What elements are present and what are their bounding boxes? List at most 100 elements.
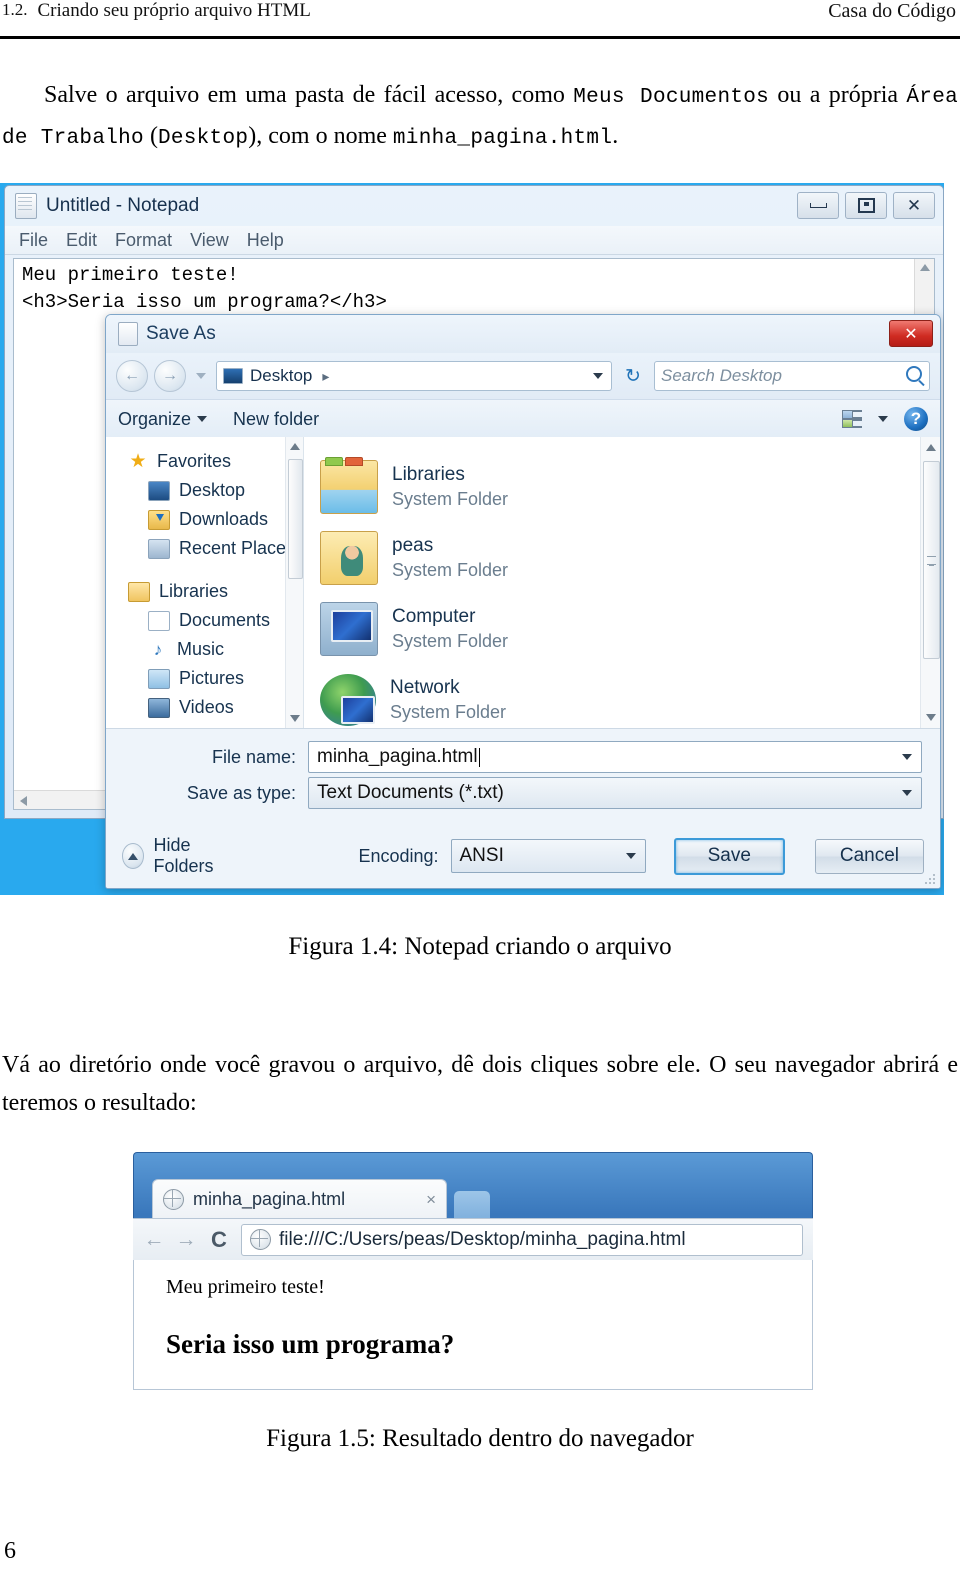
section-title: Criando seu próprio arquivo HTML: [37, 0, 311, 21]
file-type: System Folder: [392, 559, 509, 580]
close-icon[interactable]: ✕: [893, 192, 935, 219]
forward-icon[interactable]: →: [175, 1228, 197, 1252]
browser-paragraph-text: Vá ao diretório onde você gravou o arqui…: [2, 1052, 958, 1116]
download-icon: [148, 509, 170, 530]
globe-icon: [250, 1229, 271, 1250]
chevron-down-icon[interactable]: [593, 373, 603, 379]
help-icon[interactable]: ?: [904, 407, 928, 431]
browser-paragraph: Vá ao diretório onde você gravou o arqui…: [2, 1046, 958, 1122]
scroll-down-icon[interactable]: [926, 714, 936, 721]
reload-icon[interactable]: C: [207, 1227, 231, 1253]
menu-item-view[interactable]: View: [190, 230, 229, 251]
menu-item-help[interactable]: Help: [247, 230, 284, 251]
save-as-type-label: Save as type:: [186, 782, 296, 803]
refresh-icon[interactable]: ↻: [618, 362, 648, 390]
libraries-icon: [128, 581, 150, 602]
list-item[interactable]: peas System Folder: [320, 522, 940, 593]
file-type: System Folder: [390, 701, 507, 722]
close-icon[interactable]: ×: [426, 1190, 436, 1210]
sidebar-item-recent-places[interactable]: Recent Places: [106, 534, 303, 563]
scroll-up-icon[interactable]: [926, 444, 936, 451]
save-as-type-select[interactable]: Text Documents (*.txt): [308, 777, 922, 809]
cancel-button[interactable]: Cancel: [814, 838, 925, 874]
menu-item-file[interactable]: File: [19, 230, 48, 251]
navigation-sidebar: ★ Favorites Desktop Downloads Recent Pla…: [106, 437, 304, 728]
hide-folders-button[interactable]: Hide Folders: [122, 835, 240, 877]
desktop-icon: [223, 368, 243, 384]
browser-tab-title: minha_pagina.html: [193, 1189, 346, 1209]
new-tab-button[interactable]: [454, 1191, 490, 1219]
notepad-title: Untitled - Notepad: [46, 195, 200, 216]
address-value: file:///C:/Users/peas/Desktop/minha_pagi…: [279, 1228, 686, 1250]
chevron-down-icon[interactable]: [878, 416, 888, 422]
address-bar[interactable]: Desktop ▸: [216, 361, 612, 391]
close-icon[interactable]: ✕: [889, 320, 933, 347]
file-list-scrollbar[interactable]: [920, 437, 940, 728]
search-icon[interactable]: [906, 366, 922, 382]
recent-locations-icon[interactable]: [196, 373, 206, 379]
breadcrumb-desktop[interactable]: Desktop: [250, 366, 312, 386]
intro-text-1: Salve o arquivo em uma pasta de fácil ac…: [44, 82, 574, 108]
encoding-label: Encoding:: [358, 845, 439, 866]
resize-grip-icon[interactable]: [923, 872, 935, 884]
recent-places-icon: [148, 538, 170, 559]
menu-item-format[interactable]: Format: [115, 230, 172, 251]
sidebar-scrollbar-thumb[interactable]: [288, 459, 303, 579]
sidebar-item-videos[interactable]: Videos: [106, 693, 303, 722]
minimize-button[interactable]: [797, 192, 839, 219]
sidebar-group-libraries[interactable]: Libraries: [106, 577, 303, 606]
intro-text-5: .: [612, 123, 619, 149]
intro-text-2: ou a própria: [769, 82, 907, 108]
chevron-down-icon[interactable]: [625, 853, 636, 859]
search-input[interactable]: Search Desktop: [654, 361, 930, 391]
scroll-left-icon[interactable]: [20, 796, 27, 806]
file-list: Libraries System Folder peas System Fold…: [304, 437, 940, 728]
sidebar-label-music: Music: [177, 639, 225, 659]
sidebar-item-downloads[interactable]: Downloads: [106, 505, 303, 534]
scroll-up-icon[interactable]: [290, 443, 300, 450]
sidebar-item-pictures[interactable]: Pictures: [106, 664, 303, 693]
chevron-down-icon[interactable]: [902, 790, 912, 796]
sidebar-item-documents[interactable]: Documents: [106, 606, 303, 635]
sidebar-label-desktop: Desktop: [179, 480, 246, 500]
list-item[interactable]: Computer System Folder: [320, 593, 940, 664]
new-folder-button[interactable]: New folder: [233, 409, 319, 430]
scroll-up-icon[interactable]: [920, 264, 930, 271]
encoding-select[interactable]: ANSI: [450, 839, 646, 873]
globe-icon: [163, 1189, 184, 1210]
intro-text-4: ), com o nome: [248, 123, 393, 149]
scroll-down-icon[interactable]: [290, 715, 300, 722]
save-as-title: Save As: [146, 323, 216, 344]
file-name-label: File name:: [211, 746, 296, 767]
save-button[interactable]: Save: [673, 837, 785, 875]
notepad-titlebar[interactable]: Untitled - Notepad ✕: [5, 186, 943, 226]
running-head-left: 1.2. Criando seu próprio arquivo HTML: [0, 0, 311, 22]
browser-tab[interactable]: minha_pagina.html ×: [152, 1179, 447, 1219]
change-view-icon[interactable]: [842, 410, 862, 428]
file-list-scrollbar-thumb[interactable]: [923, 461, 940, 659]
sidebar-scrollbar[interactable]: [285, 437, 303, 728]
save-as-type-value: Text Documents (*.txt): [317, 782, 504, 803]
star-icon: ★: [129, 450, 147, 472]
user-folder-icon: [320, 530, 378, 585]
forward-button[interactable]: →: [154, 360, 186, 392]
file-type: System Folder: [392, 488, 509, 509]
back-button[interactable]: ←: [116, 360, 148, 392]
sidebar-group-favorites[interactable]: ★ Favorites: [106, 447, 303, 476]
save-as-titlebar[interactable]: Save As ✕: [106, 315, 940, 353]
list-item[interactable]: Libraries System Folder: [320, 451, 940, 522]
list-item[interactable]: Network System Folder: [320, 664, 940, 728]
organize-button[interactable]: Organize: [118, 409, 208, 430]
sidebar-label-downloads: Downloads: [179, 509, 269, 529]
restore-button[interactable]: [845, 192, 887, 219]
sidebar-item-desktop[interactable]: Desktop: [106, 476, 303, 505]
save-as-toolbar: Organize New folder ?: [106, 399, 940, 439]
file-name-input[interactable]: minha_pagina.html: [308, 741, 922, 773]
save-as-navigation-bar: ← → Desktop ▸ ↻ Search Desktop: [106, 353, 940, 399]
back-icon[interactable]: ←: [143, 1228, 165, 1252]
chevron-down-icon[interactable]: [902, 754, 912, 760]
menu-item-edit[interactable]: Edit: [66, 230, 97, 251]
page-number: 6: [4, 1538, 16, 1564]
sidebar-item-music[interactable]: ♪ Music: [106, 635, 303, 664]
address-input[interactable]: file:///C:/Users/peas/Desktop/minha_pagi…: [241, 1223, 803, 1256]
